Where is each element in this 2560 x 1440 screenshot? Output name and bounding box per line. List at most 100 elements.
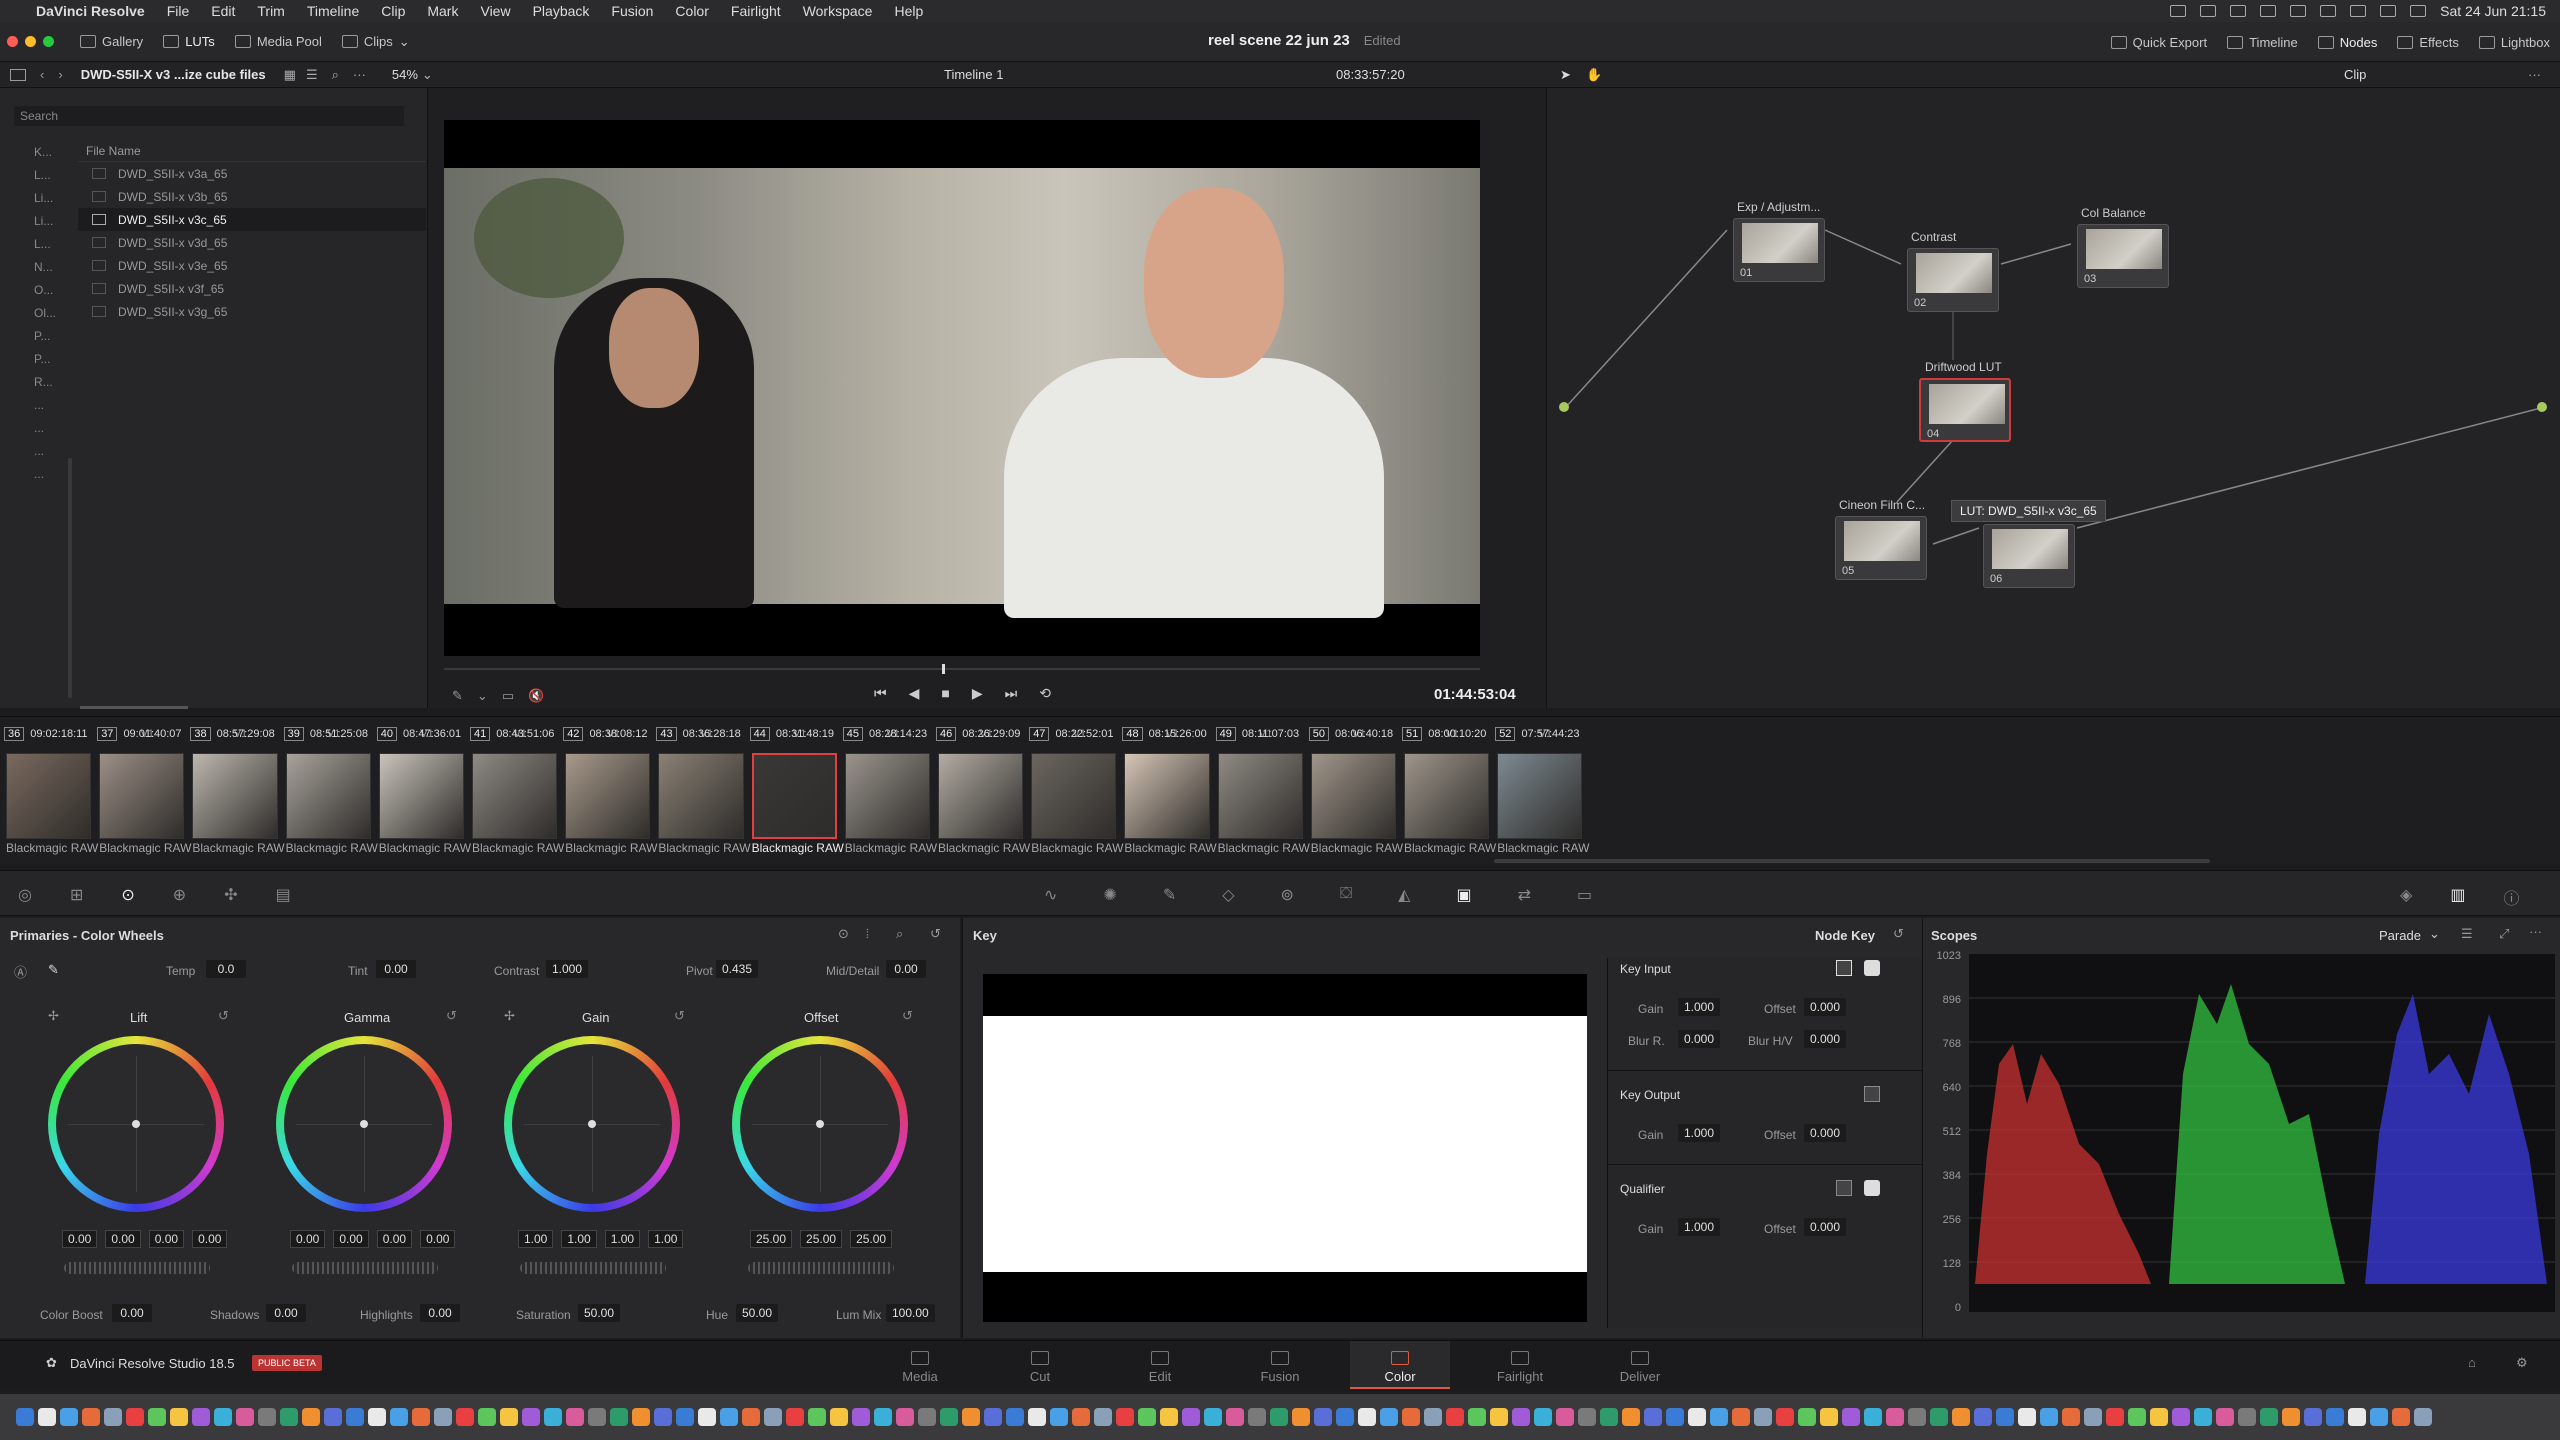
file-row[interactable]: DWD_S5II-x v3e_65 xyxy=(78,254,426,277)
node-05[interactable]: 05 xyxy=(1835,516,1927,580)
gear-icon[interactable]: ⚙ xyxy=(2516,1355,2528,1371)
scopes-icon[interactable]: ▥ xyxy=(2450,885,2465,909)
file-row[interactable]: DWD_S5II-x v3d_65 xyxy=(78,231,426,254)
dock-app-icon[interactable] xyxy=(1842,1408,1860,1426)
bars-icon[interactable]: ⦙ xyxy=(866,926,869,942)
stop-icon[interactable]: ■ xyxy=(941,685,949,702)
page-cut[interactable]: Cut xyxy=(990,1351,1090,1384)
status-icon[interactable] xyxy=(2230,5,2247,17)
status-icon[interactable] xyxy=(2200,5,2217,17)
reset-icon[interactable]: ↺ xyxy=(902,1008,913,1024)
bin-item[interactable]: P... xyxy=(34,324,74,347)
gain-master-wheel[interactable] xyxy=(520,1262,666,1274)
play-icon[interactable]: ▶ xyxy=(972,685,983,702)
dock-app-icon[interactable] xyxy=(808,1408,826,1426)
dock-app-icon[interactable] xyxy=(280,1408,298,1426)
clip-thumbnail[interactable] xyxy=(192,753,278,839)
node-03[interactable]: 03 xyxy=(2077,224,2169,288)
key-input-blur-hv[interactable]: 0.000 xyxy=(1804,1030,1847,1048)
gain-y-value[interactable]: 1.00 xyxy=(518,1230,554,1248)
dock-app-icon[interactable] xyxy=(2128,1408,2146,1426)
menu-timeline[interactable]: Timeline xyxy=(307,3,359,19)
forward-icon[interactable]: › xyxy=(58,67,62,82)
dock-app-icon[interactable] xyxy=(1886,1408,1904,1426)
lift-g-value[interactable]: 0.00 xyxy=(148,1230,185,1248)
viewer-timecode[interactable]: 08:33:57:20 xyxy=(1336,67,1405,82)
zoom-icon[interactable]: ⌕ xyxy=(896,926,903,942)
rgb-mixer-icon[interactable]: ✣ xyxy=(224,885,237,905)
dock-app-icon[interactable] xyxy=(1336,1408,1354,1426)
dock-app-icon[interactable] xyxy=(412,1408,430,1426)
scrubber-track[interactable] xyxy=(444,668,1480,670)
video-frame[interactable] xyxy=(444,120,1480,656)
clip-thumbnail[interactable] xyxy=(285,753,371,839)
dock-app-icon[interactable] xyxy=(764,1408,782,1426)
curves-icon[interactable]: ∿ xyxy=(1044,885,1057,905)
bin-item[interactable]: L... xyxy=(34,232,74,255)
home-icon[interactable]: ⌂ xyxy=(2468,1355,2476,1370)
sizing-icon[interactable]: ⇄ xyxy=(1518,885,1531,905)
color-match-icon[interactable]: ⊞ xyxy=(70,885,83,905)
clip-thumbnail-selected[interactable] xyxy=(751,753,837,839)
list-view-icon[interactable]: ☰ xyxy=(306,67,318,83)
dock-app-icon[interactable] xyxy=(1754,1408,1772,1426)
reset-all-icon[interactable]: ↺ xyxy=(930,926,941,942)
dock-app-icon[interactable] xyxy=(1600,1408,1618,1426)
reset-icon[interactable]: ↺ xyxy=(674,1008,685,1024)
tint-value[interactable]: 0.00 xyxy=(376,960,416,978)
clip-strip-scrollbar[interactable] xyxy=(1494,859,2210,863)
dock-app-icon[interactable] xyxy=(742,1408,760,1426)
play-reverse-icon[interactable]: ◀ xyxy=(909,685,920,702)
hue-value[interactable]: 50.00 xyxy=(736,1304,779,1322)
menu-playback[interactable]: Playback xyxy=(533,3,590,19)
clip-thumbnail[interactable] xyxy=(1310,753,1396,839)
go-to-end-icon[interactable]: ⏭ xyxy=(1005,685,1018,702)
window-icon[interactable]: ◇ xyxy=(1222,885,1234,905)
white-toggle[interactable] xyxy=(1864,1180,1880,1196)
invert-toggle[interactable] xyxy=(1836,1180,1852,1196)
offset-wheel[interactable] xyxy=(732,1036,908,1212)
node-output-dot[interactable] xyxy=(2537,402,2547,412)
gamma-y-value[interactable]: 0.00 xyxy=(290,1230,326,1248)
dock-app-icon[interactable] xyxy=(148,1408,166,1426)
dock-app-icon[interactable] xyxy=(1930,1408,1948,1426)
menu-mark[interactable]: Mark xyxy=(427,3,458,19)
dock-app-icon[interactable] xyxy=(2106,1408,2124,1426)
file-row[interactable]: DWD_S5II-x v3g_65 xyxy=(78,300,426,323)
dock-app-icon[interactable] xyxy=(1776,1408,1794,1426)
wheel-handle[interactable] xyxy=(588,1120,596,1128)
gamma-wheel[interactable] xyxy=(276,1036,452,1212)
qualifier-icon[interactable]: ✎ xyxy=(1163,885,1176,905)
dock-app-icon[interactable] xyxy=(1908,1408,1926,1426)
dock-app-icon[interactable] xyxy=(2304,1408,2322,1426)
dock-app-icon[interactable] xyxy=(632,1408,650,1426)
playhead[interactable] xyxy=(942,664,945,674)
menu-app-name[interactable]: DaVinci Resolve xyxy=(36,3,145,19)
clip-thumbnail[interactable] xyxy=(938,753,1024,839)
wheel-handle[interactable] xyxy=(132,1120,140,1128)
quick-export-button[interactable]: Quick Export xyxy=(2101,28,2217,56)
bin-item[interactable]: ... xyxy=(34,393,74,416)
menu-fairlight[interactable]: Fairlight xyxy=(731,3,781,19)
bin-item[interactable]: K... xyxy=(34,140,74,163)
node-02[interactable]: 02 xyxy=(1907,248,1999,312)
menu-trim[interactable]: Trim xyxy=(257,3,284,19)
file-row[interactable]: DWD_S5II-x v3f_65 xyxy=(78,277,426,300)
page-fusion[interactable]: Fusion xyxy=(1230,1351,1330,1384)
invert-toggle[interactable] xyxy=(1864,1086,1880,1102)
dock-app-icon[interactable] xyxy=(368,1408,386,1426)
saturation-value[interactable]: 50.00 xyxy=(578,1304,621,1322)
dock-app-icon[interactable] xyxy=(896,1408,914,1426)
color-wheels-icon[interactable]: ⊙ xyxy=(121,885,134,905)
grid-view-icon[interactable]: ▦ xyxy=(284,67,296,83)
dock-app-icon[interactable] xyxy=(698,1408,716,1426)
sidebar-scrollbar[interactable] xyxy=(68,458,72,698)
dock-app-icon[interactable] xyxy=(522,1408,540,1426)
clip-thumbnail[interactable] xyxy=(658,753,744,839)
pivot-value[interactable]: 0.435 xyxy=(716,960,759,978)
dock-app-icon[interactable] xyxy=(1864,1408,1882,1426)
horizontal-scrollbar[interactable] xyxy=(80,706,188,709)
search-icon[interactable]: ⌕ xyxy=(332,67,339,83)
bin-item[interactable]: Ol... xyxy=(34,301,74,324)
dock-app-icon[interactable] xyxy=(2062,1408,2080,1426)
